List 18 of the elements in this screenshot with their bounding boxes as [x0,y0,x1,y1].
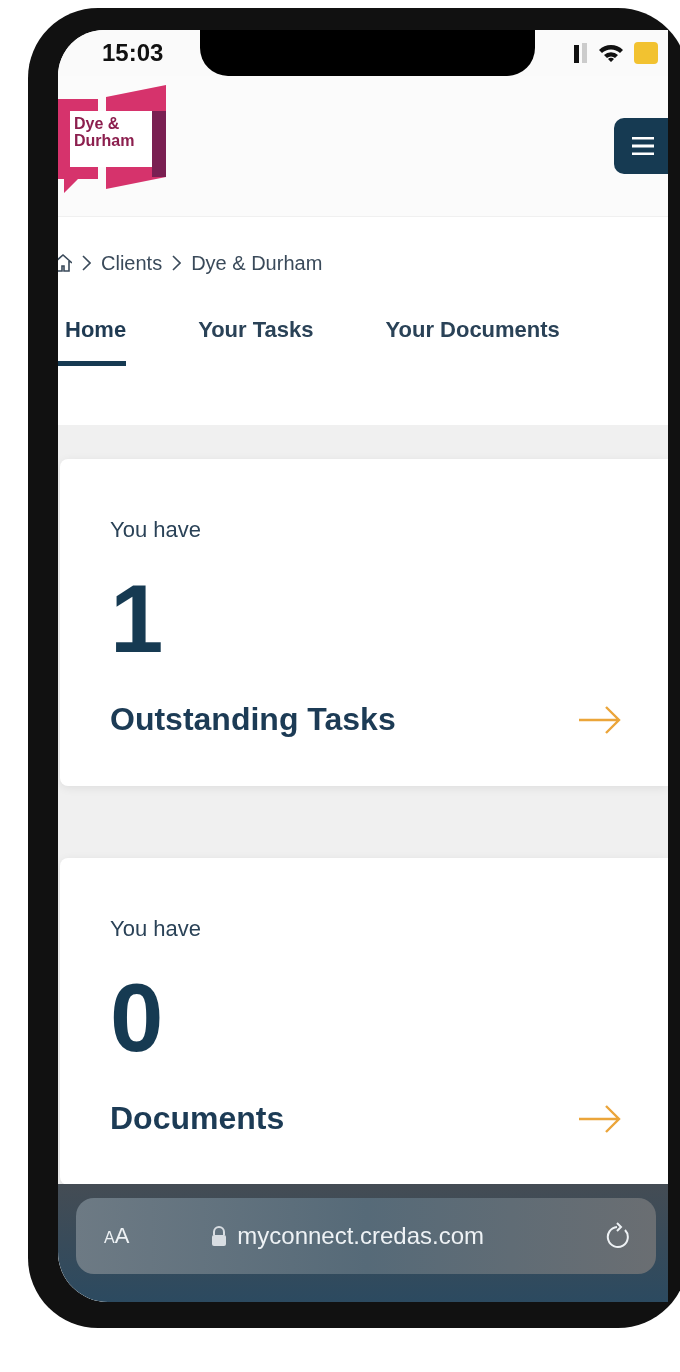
nav-tab[interactable]: Home [58,305,127,366]
summary-card[interactable]: You have 0 Documents [60,858,668,1185]
breadcrumb-link[interactable]: Dye & Durham [191,251,323,275]
card-intro: You have [110,517,202,543]
card-label: Documents [110,1100,285,1137]
status-time: 15:03 [102,39,164,67]
text-size-button[interactable]: AA [104,1223,130,1249]
address-bar[interactable]: AA myconnect.credas.com [76,1198,656,1274]
card-label: Outstanding Tasks [110,701,396,738]
logo-text: Dye & Durham [74,115,135,149]
breadcrumb-link[interactable]: Clients [101,251,163,275]
count-number: 1 [110,571,165,667]
card-intro: You have [110,916,202,942]
url-text: myconnect.credas.com [237,1222,485,1250]
count-number: 0 [110,970,165,1066]
summary-card[interactable]: You have 1 Outstanding Tasks [60,459,668,786]
nav-tab[interactable]: Your Documents [385,305,560,366]
nav-tab[interactable]: Your Tasks [198,305,314,366]
